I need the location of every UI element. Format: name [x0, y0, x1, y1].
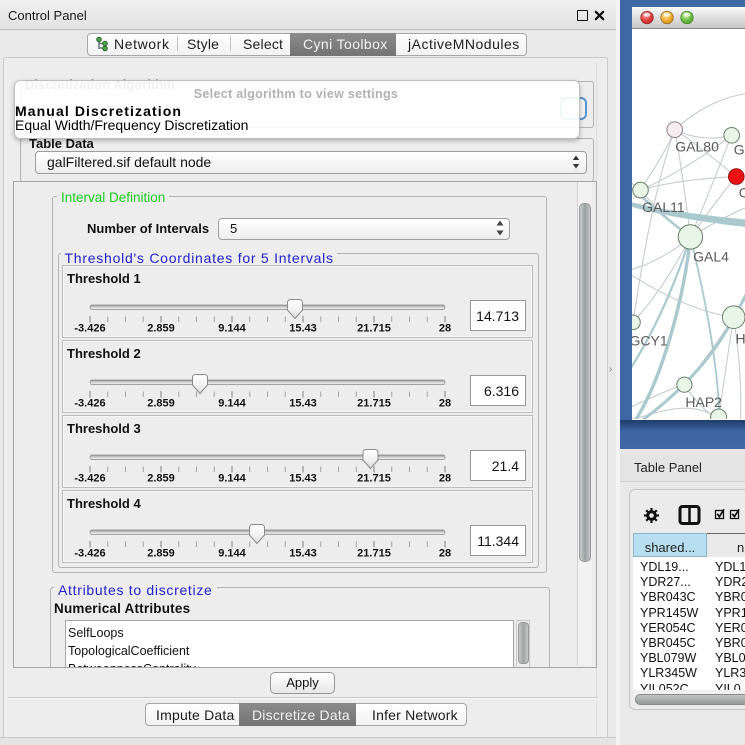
svg-text:2.859: 2.859	[147, 473, 175, 485]
svg-text:28: 28	[439, 473, 451, 485]
svg-text:CY: CY	[739, 185, 745, 201]
svg-text:28: 28	[439, 323, 451, 335]
svg-text:9.144: 9.144	[218, 398, 246, 410]
svg-text:15.43: 15.43	[289, 398, 317, 410]
svg-text:21.715: 21.715	[357, 323, 391, 335]
svg-text:GA: GA	[734, 142, 745, 158]
svg-text:GAL4: GAL4	[693, 249, 729, 265]
svg-text:9.144: 9.144	[218, 473, 246, 485]
svg-text:-3.426: -3.426	[74, 548, 105, 560]
svg-text:2.859: 2.859	[147, 323, 175, 335]
svg-text:15.43: 15.43	[289, 473, 317, 485]
svg-text:2.859: 2.859	[147, 398, 175, 410]
svg-text:28: 28	[439, 398, 451, 410]
svg-text:GCY1: GCY1	[632, 332, 668, 348]
svg-text:15.43: 15.43	[289, 323, 317, 335]
svg-text:21.715: 21.715	[357, 473, 391, 485]
svg-text:H: H	[736, 330, 745, 346]
svg-text:2.859: 2.859	[147, 548, 175, 560]
svg-text:9.144: 9.144	[218, 323, 246, 335]
svg-text:HAP2: HAP2	[685, 394, 722, 410]
svg-text:-3.426: -3.426	[74, 398, 105, 410]
svg-text:21.715: 21.715	[357, 548, 391, 560]
svg-text:-3.426: -3.426	[74, 323, 105, 335]
svg-text:-3.426: -3.426	[74, 473, 105, 485]
svg-text:21.715: 21.715	[357, 398, 391, 410]
svg-text:GAL80: GAL80	[675, 138, 719, 154]
svg-text:GAL11: GAL11	[642, 199, 685, 215]
svg-text:28: 28	[439, 548, 451, 560]
svg-text:15.43: 15.43	[289, 548, 317, 560]
svg-text:9.144: 9.144	[218, 548, 246, 560]
